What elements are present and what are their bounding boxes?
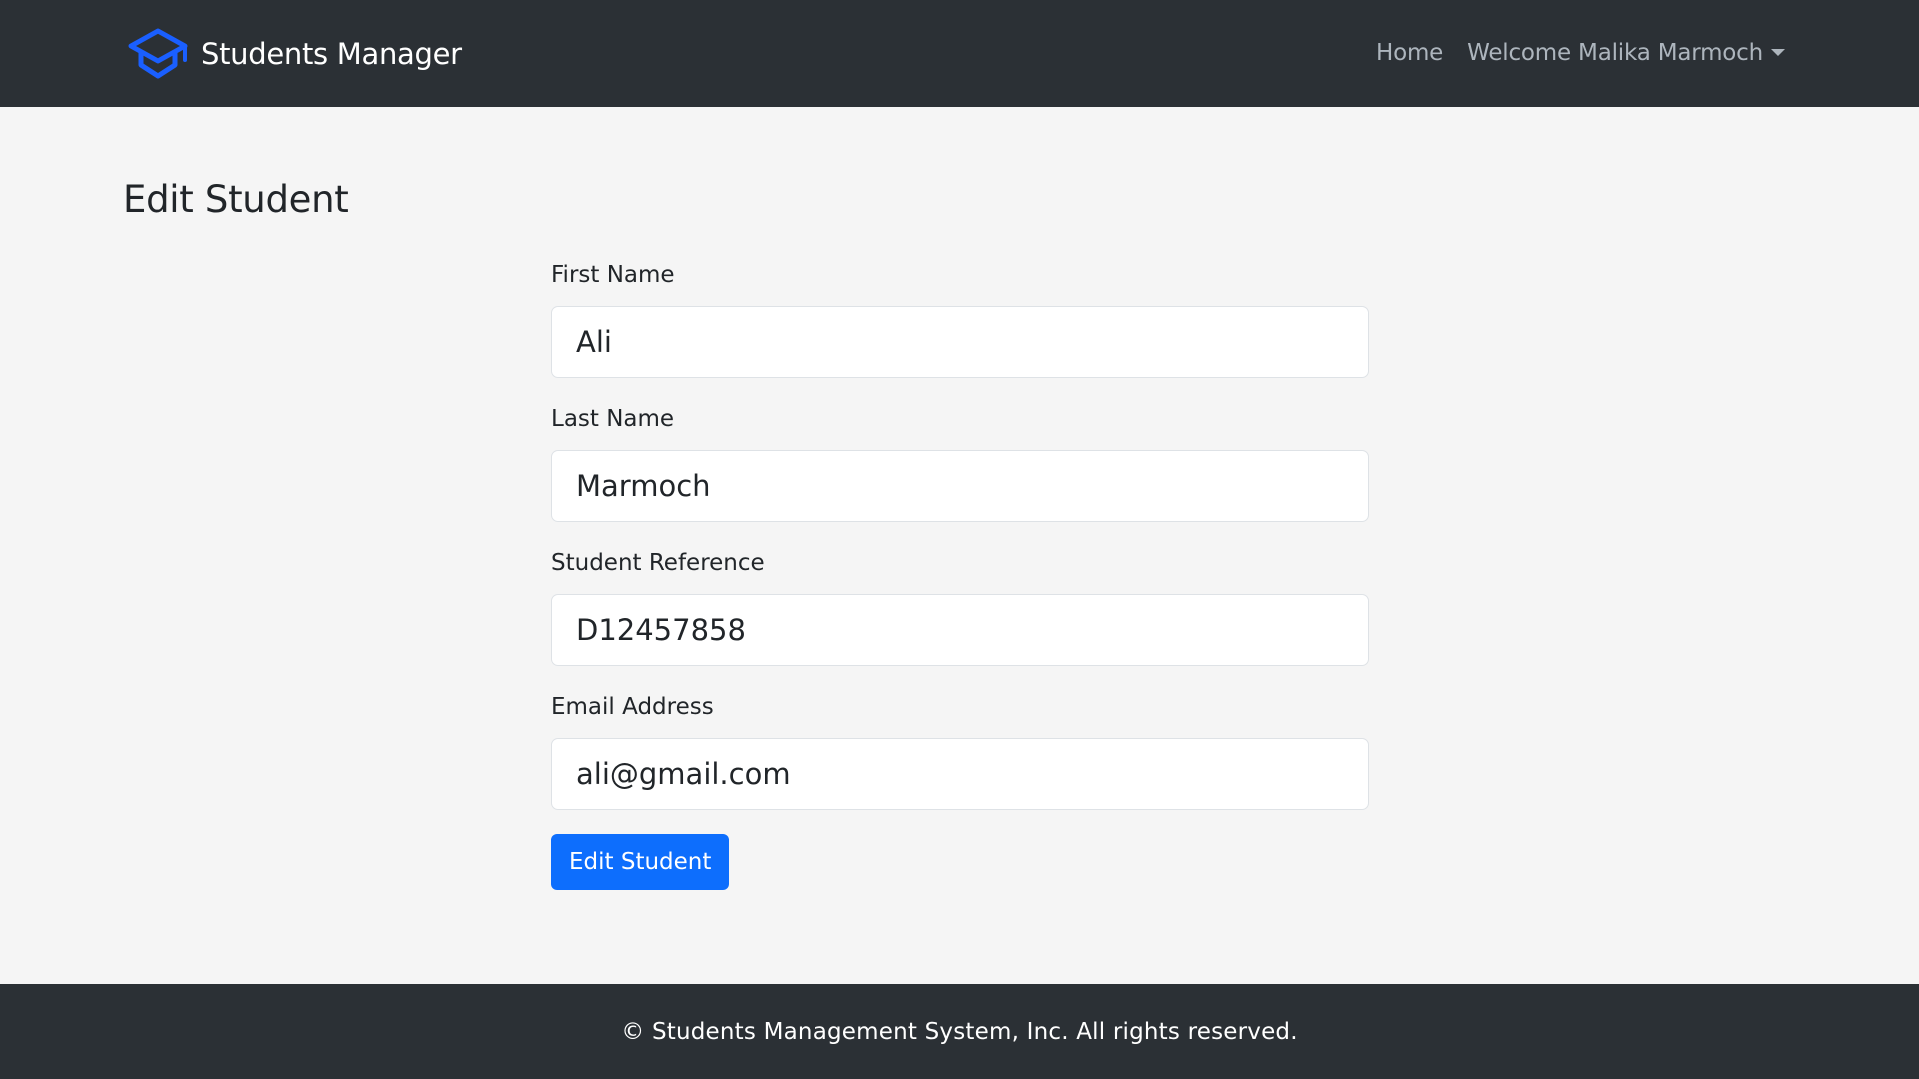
- student-reference-label: Student Reference: [551, 550, 765, 576]
- top-navbar: Students Manager Home Welcome Malika Mar…: [0, 0, 1919, 107]
- nav-home-link[interactable]: Home: [1376, 40, 1443, 66]
- first-name-input[interactable]: [551, 306, 1369, 378]
- graduation-cap-icon: [128, 28, 188, 79]
- edit-student-form: First Name Last Name Student Reference E…: [551, 256, 1369, 890]
- first-name-label: First Name: [551, 262, 675, 288]
- brand-name: Students Manager: [201, 37, 462, 71]
- caret-down-icon: [1771, 48, 1785, 56]
- email-group: Email Address: [551, 688, 1369, 832]
- student-reference-group: Student Reference: [551, 544, 1369, 688]
- page-title: Edit Student: [123, 178, 349, 221]
- first-name-group: First Name: [551, 256, 1369, 400]
- copyright-text: © Students Management System, Inc. All r…: [621, 1018, 1298, 1045]
- student-reference-input[interactable]: [551, 594, 1369, 666]
- footer: © Students Management System, Inc. All r…: [0, 984, 1919, 1079]
- last-name-label: Last Name: [551, 406, 675, 432]
- last-name-input[interactable]: [551, 450, 1369, 522]
- brand-link[interactable]: Students Manager: [127, 28, 462, 80]
- email-label: Email Address: [551, 694, 714, 720]
- nav-links: Home Welcome Malika Marmoch: [1376, 34, 1785, 72]
- edit-student-button[interactable]: Edit Student: [551, 834, 730, 890]
- last-name-group: Last Name: [551, 400, 1369, 544]
- email-input[interactable]: [551, 738, 1369, 810]
- user-menu-dropdown[interactable]: Welcome Malika Marmoch: [1467, 40, 1785, 66]
- user-menu-label: Welcome Malika Marmoch: [1467, 40, 1763, 66]
